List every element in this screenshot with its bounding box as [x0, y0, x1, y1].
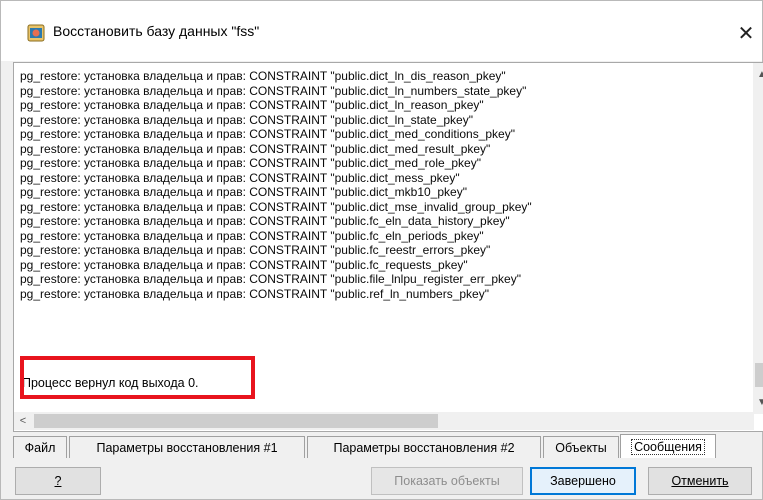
window-title: Восстановить базу данных "fss" [53, 23, 260, 39]
done-button[interactable]: Завершено [530, 467, 636, 495]
tab-label: Сообщения [631, 438, 705, 455]
log-line: pg_restore: установка владельца и прав: … [20, 170, 460, 185]
log-line: pg_restore: установка владельца и прав: … [20, 272, 521, 286]
scroll-up-icon[interactable]: ▲ [753, 65, 763, 83]
log-line: pg_restore: установка владельца и прав: … [20, 243, 491, 257]
tab-file[interactable]: Файл [13, 436, 67, 458]
log-lines: pg_restore: установка владельца и прав: … [20, 69, 740, 301]
log-line: pg_restore: установка владельца и прав: … [20, 214, 510, 228]
tab-messages[interactable]: Сообщения [620, 434, 716, 458]
restore-dialog: Восстановить базу данных "fss" ✕ pg_rest… [0, 0, 763, 500]
cancel-button[interactable]: Отменить [648, 467, 752, 495]
tab-label: Параметры восстановления #1 [96, 440, 278, 455]
horizontal-scrollbar[interactable]: < [14, 412, 754, 430]
log-line: pg_restore: установка владельца и прав: … [20, 112, 473, 127]
messages-log[interactable]: pg_restore: установка владельца и прав: … [13, 62, 763, 432]
title-bar: Восстановить базу данных "fss" ✕ [1, 1, 762, 61]
log-line: pg_restore: установка владельца и прав: … [20, 69, 506, 83]
log-line: pg_restore: установка владельца и прав: … [20, 257, 468, 272]
scroll-down-icon[interactable]: ▼ [753, 393, 763, 411]
log-line: pg_restore: установка владельца и прав: … [20, 83, 527, 98]
help-button-label: ? [54, 474, 62, 488]
button-bar: ? Показать объекты Завершено Отменить [13, 467, 763, 497]
tab-objects[interactable]: Объекты [543, 436, 619, 458]
tab-label: Параметры восстановления #2 [333, 440, 515, 455]
tab-label: Объекты [555, 440, 607, 455]
log-line: pg_restore: установка владельца и прав: … [20, 156, 481, 170]
log-line: pg_restore: установка владельца и прав: … [20, 127, 515, 141]
tab-restore-options-2[interactable]: Параметры восстановления #2 [307, 436, 541, 458]
log-line: pg_restore: установка владельца и прав: … [20, 199, 532, 214]
log-line: pg_restore: установка владельца и прав: … [20, 98, 484, 112]
horizontal-scroll-thumb[interactable] [34, 414, 438, 428]
log-line: pg_restore: установка владельца и прав: … [20, 185, 467, 199]
close-icon[interactable]: ✕ [729, 13, 763, 53]
tab-label: Файл [24, 440, 56, 455]
vertical-scroll-thumb[interactable] [755, 363, 763, 387]
cancel-label: Отменить [671, 474, 729, 488]
log-line: pg_restore: установка владельца и прав: … [20, 141, 491, 156]
scroll-left-icon[interactable]: < [14, 412, 32, 430]
done-label: Завершено [550, 474, 616, 488]
show-objects-button[interactable]: Показать объекты [371, 467, 523, 495]
show-objects-label: Показать объекты [394, 474, 500, 488]
vertical-scrollbar[interactable]: ▲ ▼ [753, 63, 763, 414]
log-line: pg_restore: установка владельца и прав: … [20, 228, 484, 243]
red-highlight-box [20, 356, 255, 399]
log-line: pg_restore: установка владельца и прав: … [20, 286, 489, 301]
tab-restore-options-1[interactable]: Параметры восстановления #1 [69, 436, 305, 458]
help-button[interactable]: ? [15, 467, 101, 495]
pgadmin-elephant-icon [27, 24, 45, 42]
